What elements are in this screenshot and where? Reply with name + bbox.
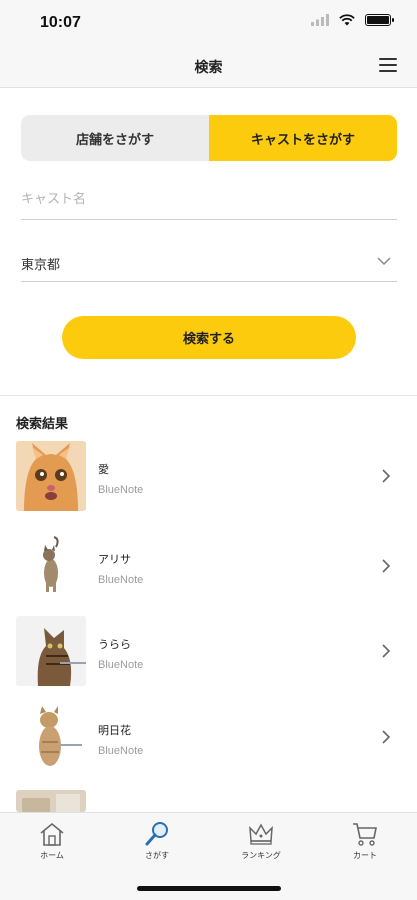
cast-name-input[interactable] <box>21 188 397 207</box>
search-submit-button[interactable]: 検索する <box>62 316 356 359</box>
chevron-down-icon <box>377 257 391 266</box>
search-icon <box>145 822 168 846</box>
store-name: BlueNote <box>98 484 144 496</box>
tab-label: カート <box>353 851 377 860</box>
hamburger-menu-icon[interactable] <box>379 58 397 72</box>
tab-home[interactable]: ホーム <box>12 821 92 873</box>
cast-photo <box>16 702 86 772</box>
chevron-right-icon <box>382 730 391 744</box>
result-item[interactable]: 明日花 BlueNote <box>0 702 417 772</box>
tab-cart[interactable]: カート <box>325 821 405 873</box>
home-indicator <box>137 886 281 891</box>
results-heading: 検索結果 <box>16 417 69 432</box>
prefecture-select[interactable]: 東京都 <box>21 250 397 282</box>
status-time: 10:07 <box>40 14 81 31</box>
store-name: BlueNote <box>98 745 144 757</box>
tab-search[interactable]: さがす <box>117 821 197 873</box>
cast-name-field <box>21 188 397 220</box>
tab-label: ランキング <box>241 851 281 860</box>
wifi-icon <box>339 14 355 26</box>
cast-photo <box>16 441 86 511</box>
status-bar: 10:07 <box>0 0 417 44</box>
cast-name: アリサ <box>98 553 131 566</box>
tab-label: ホーム <box>40 851 64 860</box>
cart-icon <box>353 823 377 846</box>
home-icon <box>40 822 64 846</box>
result-item[interactable]: アリサ BlueNote <box>0 531 417 601</box>
segment-cast-search[interactable]: キャストをさがす <box>209 115 397 161</box>
store-name: BlueNote <box>98 574 144 586</box>
battery-icon <box>365 14 394 26</box>
section-divider <box>0 395 417 396</box>
result-item[interactable] <box>0 790 417 812</box>
search-mode-segment: 店舗をさがす キャストをさがす <box>21 115 397 161</box>
tab-label: さがす <box>145 851 169 860</box>
cast-photo <box>16 531 86 601</box>
prefecture-value: 東京都 <box>21 258 61 273</box>
crown-icon <box>249 823 273 845</box>
store-name: BlueNote <box>98 659 144 671</box>
navigation-bar: 検索 <box>0 44 417 88</box>
cast-name: 愛 <box>98 463 109 476</box>
chevron-right-icon <box>382 644 391 658</box>
chevron-right-icon <box>382 559 391 573</box>
status-icons <box>311 14 394 26</box>
result-item[interactable]: うらら BlueNote <box>0 616 417 686</box>
segment-store-search[interactable]: 店舗をさがす <box>21 115 209 161</box>
cast-name: うらら <box>98 638 131 651</box>
cast-photo <box>16 616 86 686</box>
signal-icon <box>311 14 329 26</box>
page-title: 検索 <box>194 60 223 76</box>
tab-ranking[interactable]: ランキング <box>221 821 301 873</box>
result-item[interactable]: 愛 BlueNote <box>0 441 417 511</box>
cast-photo <box>16 790 86 812</box>
chevron-right-icon <box>382 469 391 483</box>
cast-name: 明日花 <box>98 724 131 737</box>
